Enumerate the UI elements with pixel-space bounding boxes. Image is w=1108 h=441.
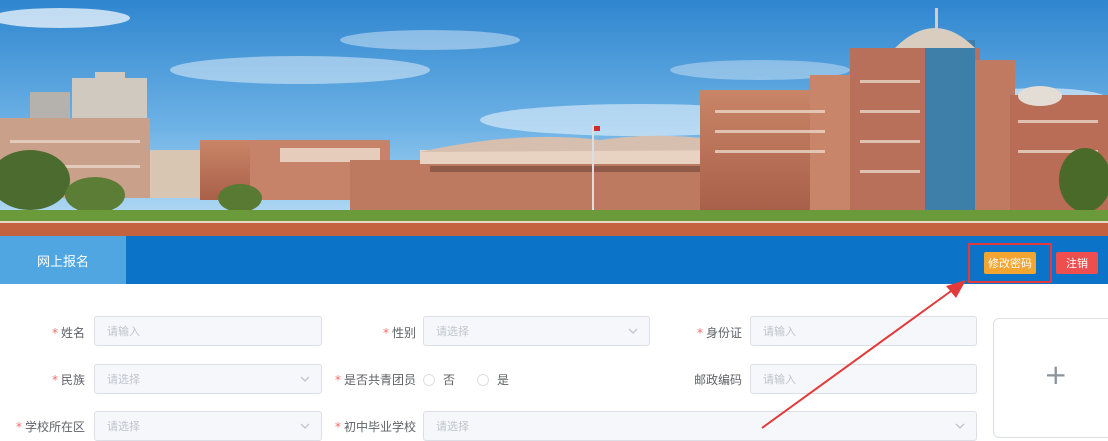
- id-card-placeholder: 请输入: [763, 325, 796, 338]
- chevron-down-icon: [300, 423, 310, 429]
- tab-online-registration-label: 网上报名: [36, 254, 89, 270]
- gender-placeholder: 请选择: [436, 325, 469, 338]
- chevron-down-icon: [300, 376, 310, 382]
- postal-code-label: 邮政编码: [693, 373, 742, 387]
- name-placeholder: 请输入: [107, 325, 140, 338]
- option-yes-label: 是: [497, 373, 510, 387]
- chevron-down-icon: [628, 328, 638, 334]
- ethnicity-placeholder: 请选择: [107, 373, 140, 386]
- photo-upload-box[interactable]: +: [993, 318, 1108, 438]
- ethnicity-select[interactable]: 请选择: [94, 364, 322, 394]
- postal-code-input[interactable]: 请输入: [750, 364, 977, 394]
- name-input[interactable]: 请输入: [94, 316, 322, 346]
- radio-button-icon: [423, 373, 435, 386]
- postal-code-placeholder: 请输入: [763, 373, 796, 386]
- school-district-label: * 学校所在区: [15, 420, 85, 434]
- gender-label: * 性别: [382, 326, 416, 340]
- campus-banner-image: [0, 0, 1108, 236]
- middle-school-placeholder: 请选择: [436, 420, 469, 433]
- gender-select[interactable]: 请选择: [423, 316, 650, 346]
- school-district-select[interactable]: 请选择: [94, 411, 322, 441]
- logout-button[interactable]: 注销: [1056, 252, 1098, 274]
- plus-icon: +: [1044, 358, 1068, 391]
- option-no-label: 否: [443, 373, 456, 387]
- chevron-down-icon: [955, 423, 965, 429]
- radio-button-icon: [477, 373, 489, 386]
- school-district-placeholder: 请选择: [107, 420, 140, 433]
- top-nav-bar: 网上报名: [0, 236, 1108, 284]
- id-card-label: * 身份证: [696, 326, 742, 340]
- league-member-option-yes[interactable]: 是: [477, 371, 509, 388]
- league-member-label: * 是否共青团员: [334, 373, 416, 387]
- tab-online-registration[interactable]: 网上报名: [0, 236, 126, 284]
- middle-school-label: * 初中毕业学校: [334, 420, 416, 434]
- ethnicity-label: * 民族: [51, 373, 85, 387]
- league-member-option-no[interactable]: 否: [423, 371, 455, 388]
- name-label: * 姓名: [51, 326, 85, 340]
- change-password-button[interactable]: 修改密码: [984, 252, 1036, 274]
- id-card-input[interactable]: 请输入: [750, 316, 977, 346]
- middle-school-select[interactable]: 请选择: [423, 411, 977, 441]
